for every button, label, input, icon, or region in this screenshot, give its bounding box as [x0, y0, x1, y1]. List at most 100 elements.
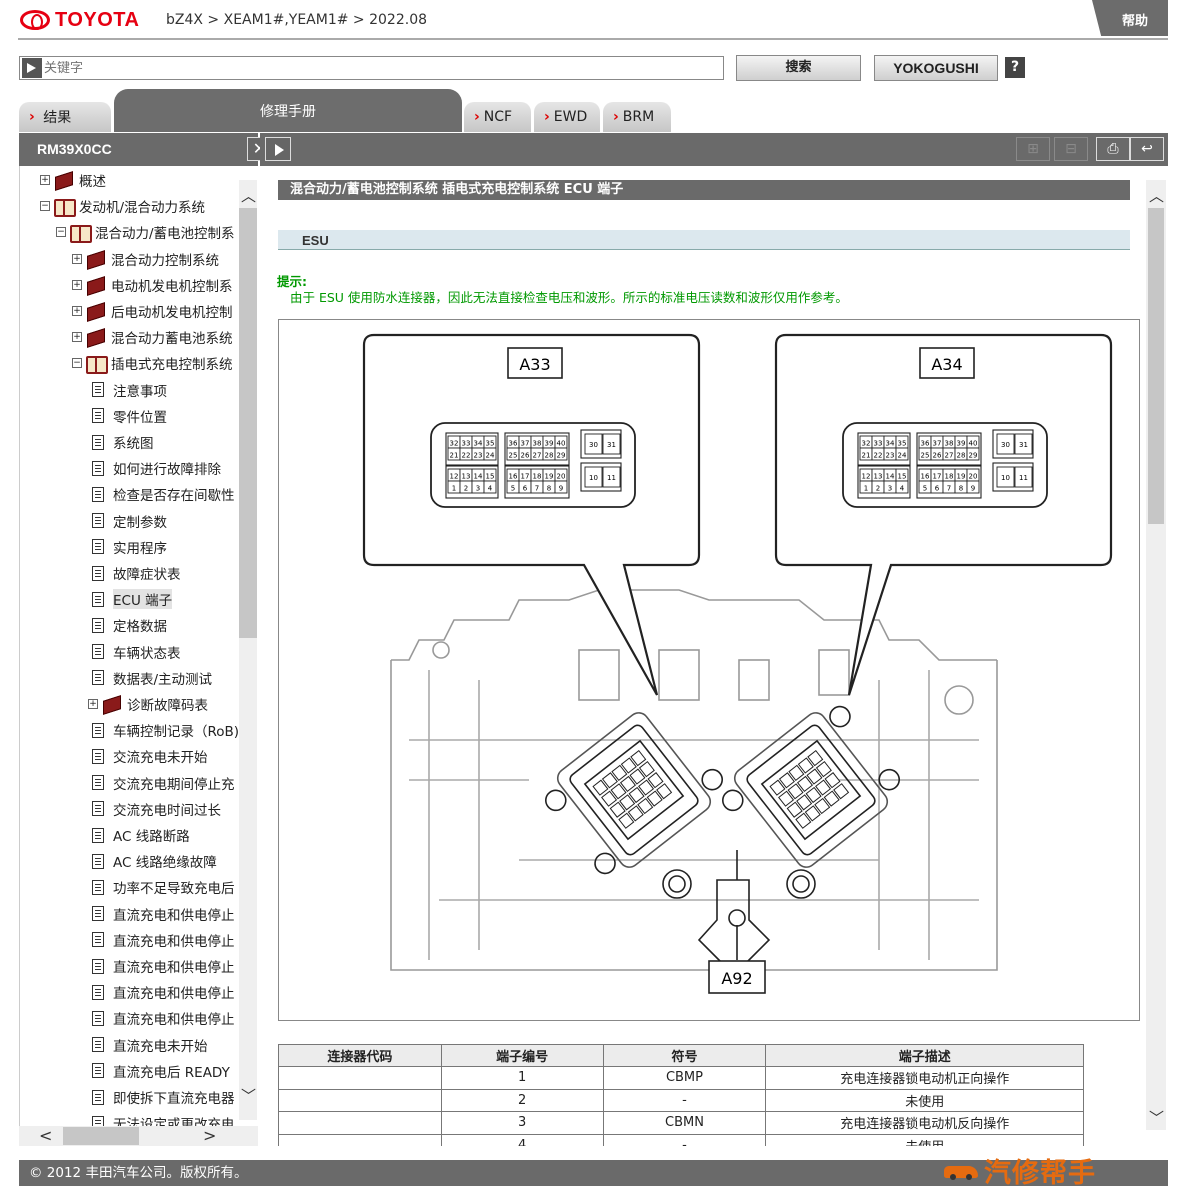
tree-item[interactable]: 直流充电后 READY	[92, 1059, 230, 1083]
collapse-icon[interactable]: −	[72, 358, 82, 369]
collapse-icon[interactable]: ⊟	[1054, 137, 1088, 161]
search-input[interactable]	[44, 60, 714, 76]
chevron-down-icon[interactable]: ﹀	[241, 1085, 256, 1106]
tree-item-label: 定制参数	[113, 514, 167, 531]
tree-item[interactable]: 零件位置	[92, 404, 167, 428]
tree-item[interactable]: − 插电式充电控制系统	[72, 351, 233, 375]
tree-item-label: 故障症状表	[113, 567, 181, 583]
search-button[interactable]: 搜索	[736, 55, 861, 81]
document-icon	[92, 722, 104, 738]
back-icon[interactable]: ↩	[1130, 137, 1164, 161]
chevron-right-icon: ›	[474, 109, 480, 125]
tree-item-label: 直流充电和供电停止	[113, 960, 235, 976]
tree-item[interactable]: 直流充电和供电停止	[92, 928, 235, 952]
expand-icon[interactable]: ⊞	[1016, 137, 1050, 161]
tab-ewd[interactable]: › EWD	[534, 102, 600, 132]
play-icon[interactable]	[265, 137, 291, 161]
question-help-button[interactable]: ?	[1005, 57, 1025, 78]
tab-results[interactable]: › 结果	[19, 102, 111, 132]
pin-number: 26	[933, 452, 942, 460]
tree-item[interactable]: − 混合动力/蓄电池控制系	[56, 220, 235, 244]
document-icon	[92, 591, 104, 607]
pin-number: 7	[947, 485, 951, 493]
tree-item[interactable]: 无法设定或更改充电	[92, 1111, 235, 1127]
pin-number: 2	[876, 485, 880, 493]
scroll-thumb[interactable]	[239, 208, 257, 638]
tab-repair-manual[interactable]: 修理手册	[114, 89, 462, 132]
document-icon	[92, 565, 104, 581]
pin-number: 34	[474, 440, 483, 448]
tree-item[interactable]: 直流充电和供电停止	[92, 1006, 235, 1030]
tree-item[interactable]: 定制参数	[92, 509, 167, 533]
scroll-thumb[interactable]	[63, 1127, 139, 1145]
tree-item[interactable]: + 概述	[40, 168, 106, 192]
chevron-up-icon[interactable]: ︿	[1149, 185, 1164, 206]
tree-item[interactable]: 系统图	[92, 430, 154, 454]
table-cell: 充电连接器锁电动机正向操作	[765, 1066, 1084, 1090]
expand-icon[interactable]: +	[88, 699, 98, 709]
expand-icon[interactable]: +	[72, 306, 82, 316]
tree-item[interactable]: AC 线路断路	[92, 823, 190, 847]
document-icon	[92, 670, 104, 686]
collapse-icon[interactable]: −	[40, 201, 50, 212]
tree-item[interactable]: 注意事项	[92, 378, 167, 402]
chevron-right-icon: ›	[613, 109, 619, 125]
tree-item[interactable]: 直流充电和供电停止	[92, 954, 235, 978]
pin-number: 6	[523, 485, 528, 493]
tree-vertical-scrollbar[interactable]: ︿ ﹀	[239, 180, 257, 1120]
tree-item[interactable]: + 后电动机发电机控制	[72, 299, 233, 323]
help-button[interactable]: 帮助	[1092, 0, 1168, 36]
pin-number: 27	[533, 452, 542, 460]
tree-item[interactable]: 数据表/主动测试	[92, 666, 212, 690]
content-vertical-scrollbar[interactable]: ︿ ﹀	[1146, 180, 1166, 1130]
tree-item[interactable]: 实用程序	[92, 535, 167, 559]
tree-item[interactable]: + 混合动力蓄电池系统	[72, 325, 233, 349]
pin-number: 12	[862, 473, 871, 481]
expand-icon[interactable]: +	[72, 332, 82, 343]
print-icon[interactable]: ⎙	[1096, 137, 1130, 161]
tree-item[interactable]: 检查是否存在间歇性	[92, 482, 235, 506]
chevron-down-icon[interactable]: ﹀	[1149, 1107, 1164, 1128]
expand-icon[interactable]: +	[72, 253, 82, 264]
tree-item[interactable]: ECU 端子	[92, 587, 173, 611]
expand-icon[interactable]: +	[72, 279, 82, 290]
chevron-right-icon[interactable]: >	[203, 1126, 216, 1145]
column-header: 连接器代码	[278, 1044, 442, 1067]
pin-number: 21	[450, 452, 459, 460]
tree-item[interactable]: − 发动机/混合动力系统	[40, 194, 205, 218]
tree-item[interactable]: 故障症状表	[92, 561, 181, 585]
pin-number: 31	[607, 441, 616, 449]
tree-item[interactable]: 直流充电和供电停止	[92, 980, 235, 1004]
tab-ncf[interactable]: › NCF	[464, 102, 531, 132]
tree-item[interactable]: 交流充电未开始	[92, 744, 208, 768]
toyota-emblem-icon	[20, 10, 50, 30]
tree-horizontal-scrollbar[interactable]: < >	[19, 1126, 258, 1146]
chevron-left-icon[interactable]: <	[39, 1126, 52, 1145]
tree-item[interactable]: 直流充电未开始	[92, 1033, 208, 1057]
book-closed-icon	[85, 302, 107, 320]
tree-item[interactable]: + 电动机发电机控制系	[72, 273, 233, 297]
chevron-right-icon: ›	[29, 109, 35, 125]
expand-icon[interactable]: +	[40, 175, 50, 185]
tree-item[interactable]: + 诊断故障码表	[88, 692, 208, 716]
tree-item[interactable]: 交流充电时间过长	[92, 797, 221, 821]
tree-item[interactable]: 即使拆下直流充电器	[92, 1085, 235, 1109]
tree-item[interactable]: 直流充电和供电停止	[92, 902, 235, 926]
tree-item[interactable]: 功率不足导致充电后	[92, 875, 235, 899]
scroll-thumb[interactable]	[1148, 208, 1164, 524]
tree-item[interactable]: 车辆控制记录（RoB)	[92, 718, 239, 742]
document-icon	[92, 434, 104, 450]
pin-number: 15	[486, 473, 495, 481]
tree-item[interactable]: 定格数据	[92, 613, 167, 637]
tree-item[interactable]: 交流充电期间停止充	[92, 771, 235, 795]
chevron-up-icon[interactable]: ︿	[241, 185, 256, 206]
book-closed-icon	[85, 276, 107, 294]
tree-item[interactable]: 车辆状态表	[92, 640, 181, 664]
tree-item[interactable]: AC 线路绝缘故障	[92, 849, 217, 873]
tab-brm[interactable]: › BRM	[603, 102, 671, 132]
tree-item[interactable]: 如何进行故障排除	[92, 456, 221, 480]
yokogushi-button[interactable]: YOKOGUSHI	[874, 55, 998, 81]
document-icon	[92, 827, 104, 843]
tree-item[interactable]: + 混合动力控制系统	[72, 247, 219, 271]
collapse-icon[interactable]: −	[56, 227, 66, 238]
